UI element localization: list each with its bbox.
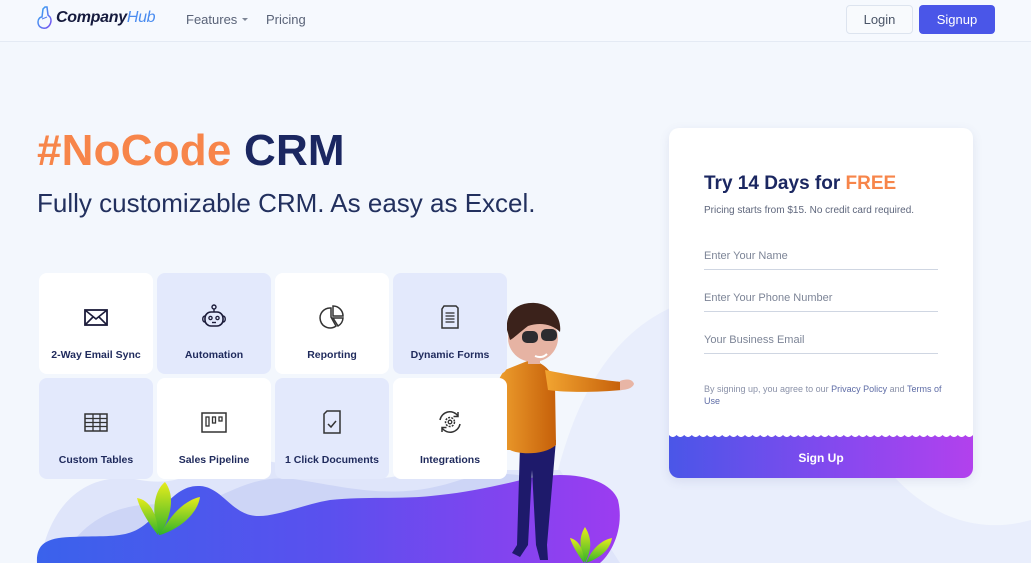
brand-name-accent: Hub bbox=[126, 9, 156, 26]
name-input[interactable] bbox=[704, 242, 938, 270]
wave-edge-decoration bbox=[669, 431, 973, 437]
feature-tile-reporting[interactable]: Reporting bbox=[275, 273, 389, 374]
privacy-policy-link[interactable]: Privacy Policy bbox=[831, 384, 887, 394]
feature-tile-dynamic-forms[interactable]: Dynamic Forms bbox=[393, 273, 507, 374]
pie-chart-icon bbox=[318, 303, 346, 331]
nav-features-dropdown[interactable]: Features bbox=[186, 12, 249, 27]
signup-button[interactable]: Signup bbox=[919, 5, 995, 34]
feature-label: Sales Pipeline bbox=[178, 454, 250, 466]
sign-up-submit-button[interactable]: Sign Up bbox=[669, 435, 973, 478]
signup-title-accent: FREE bbox=[845, 173, 897, 194]
hero-title-accent: #NoCode bbox=[37, 126, 232, 175]
feature-label: Reporting bbox=[307, 349, 357, 361]
feature-grid: 2-Way Email Sync Automation Reporting Dy… bbox=[39, 273, 509, 479]
signup-card: Try 14 Days for FREE Pricing starts from… bbox=[669, 128, 973, 478]
table-icon bbox=[82, 408, 110, 436]
document-icon bbox=[436, 303, 464, 331]
gear-sync-icon bbox=[436, 408, 464, 436]
email-input[interactable] bbox=[704, 326, 938, 354]
envelope-icon bbox=[82, 303, 110, 331]
nav-features-label: Features bbox=[186, 12, 238, 27]
feature-label: Dynamic Forms bbox=[410, 349, 490, 361]
terms-mid: and bbox=[887, 384, 907, 394]
feature-tile-email-sync[interactable]: 2-Way Email Sync bbox=[39, 273, 153, 374]
signup-card-title: Try 14 Days for FREE bbox=[704, 173, 896, 195]
phone-input[interactable] bbox=[704, 284, 938, 312]
character-illustration bbox=[491, 302, 634, 560]
terms-prefix: By signing up, you agree to our bbox=[704, 384, 832, 394]
feature-tile-automation[interactable]: Automation bbox=[157, 273, 271, 374]
brand-name: Company bbox=[56, 9, 127, 26]
login-button[interactable]: Login bbox=[846, 5, 913, 34]
feature-tile-sales-pipeline[interactable]: Sales Pipeline bbox=[157, 378, 271, 479]
hero-title: #NoCode CRM bbox=[37, 126, 345, 176]
feature-tile-custom-tables[interactable]: Custom Tables bbox=[39, 378, 153, 479]
feature-label: 2-Way Email Sync bbox=[51, 349, 141, 361]
top-navbar: CompanyHub Features Pricing Login Signup bbox=[0, 0, 1031, 42]
pipeline-icon bbox=[200, 408, 228, 436]
feature-tile-1-click-documents[interactable]: 1 Click Documents bbox=[275, 378, 389, 479]
feature-label: Automation bbox=[184, 349, 244, 361]
caret-down-icon bbox=[242, 18, 249, 22]
feature-tile-integrations[interactable]: Integrations bbox=[393, 378, 507, 479]
hero-subtitle: Fully customizable CRM. As easy as Excel… bbox=[37, 188, 536, 218]
feature-label: Integrations bbox=[419, 454, 481, 466]
plant-decoration bbox=[137, 482, 200, 535]
nav-pricing-link[interactable]: Pricing bbox=[266, 12, 306, 27]
brand-logo[interactable]: CompanyHub bbox=[36, 5, 156, 31]
pricing-note: Pricing starts from $15. No credit card … bbox=[704, 205, 915, 216]
signup-title-main: Try 14 Days for bbox=[704, 173, 846, 194]
hero-title-main: CRM bbox=[243, 126, 345, 175]
document-check-icon bbox=[318, 408, 346, 436]
feature-label: Custom Tables bbox=[58, 454, 134, 466]
feature-label: 1 Click Documents bbox=[285, 454, 379, 466]
terms-notice: By signing up, you agree to our Privacy … bbox=[704, 383, 944, 407]
robot-icon bbox=[200, 303, 228, 331]
crossed-fingers-icon bbox=[37, 6, 52, 29]
